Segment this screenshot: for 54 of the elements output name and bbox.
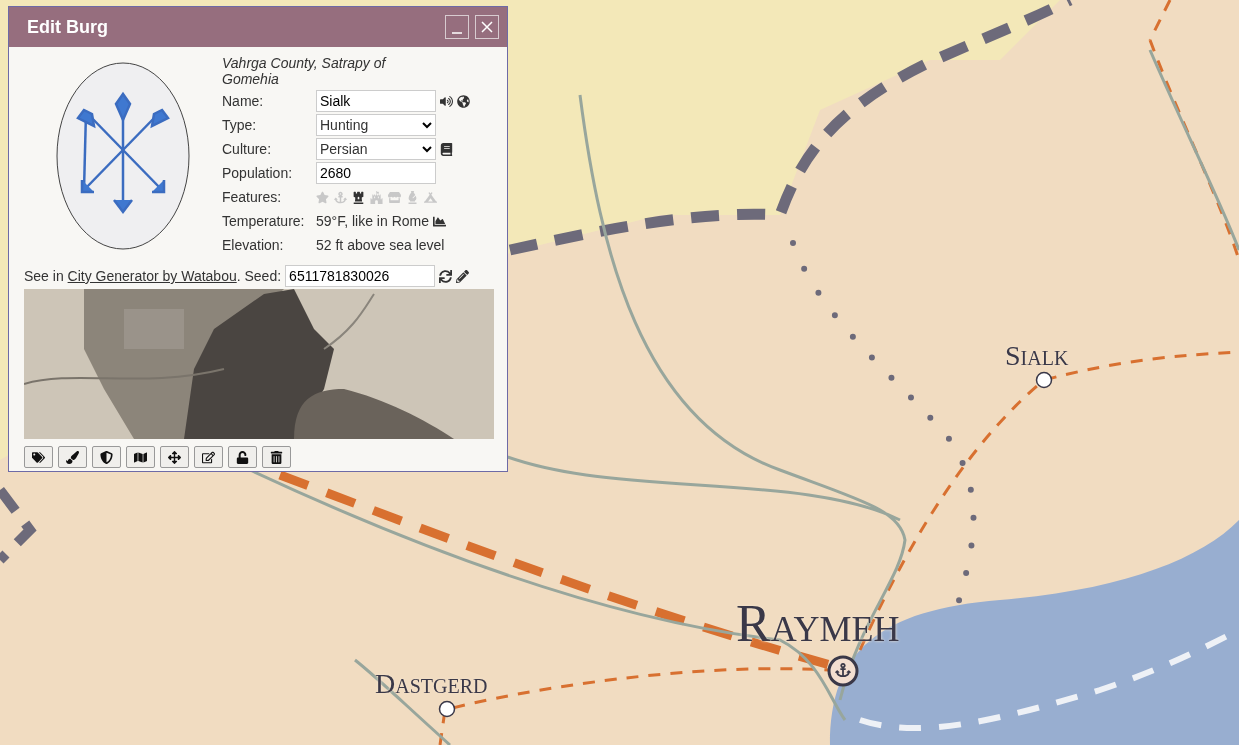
tags-icon (32, 450, 45, 464)
map-icon (134, 450, 147, 464)
field-label: Name: (222, 93, 265, 109)
move-icon (168, 450, 181, 464)
input-field[interactable]: 2680 (316, 162, 436, 184)
anchor-icon (827, 655, 859, 687)
star-icon[interactable] (316, 190, 329, 204)
input-field[interactable]: Sialk (316, 90, 436, 112)
field-label: Temperature: (222, 213, 306, 229)
dialog-title: Edit Burg (27, 16, 108, 38)
edit-icon (202, 450, 215, 464)
select-field[interactable]: Hunting (316, 114, 436, 136)
unlock-button[interactable] (228, 446, 257, 468)
town-label: Raymeh (736, 598, 900, 650)
minimize-button[interactable] (445, 15, 469, 39)
close-button[interactable] (475, 15, 499, 39)
brush-button[interactable] (58, 446, 87, 468)
chevron-icon (422, 145, 432, 153)
elevation-value: 52 ft above sea level (316, 237, 445, 253)
minimize-icon (452, 32, 462, 34)
rook-icon[interactable] (352, 190, 365, 204)
temperature-value: 59°F, like in Rome (316, 213, 429, 229)
chevron-icon (422, 121, 432, 129)
trash-button[interactable] (262, 446, 291, 468)
map-button[interactable] (126, 446, 155, 468)
tags-button[interactable] (24, 446, 53, 468)
globe-icon[interactable] (457, 94, 470, 108)
close-icon (481, 21, 493, 33)
town-marker-icon (1035, 371, 1053, 389)
unlock-icon (236, 450, 249, 464)
location-text: Vahrga County, Satrapy of Gomehia (222, 55, 388, 87)
generator-text: See in City Generator by Watabou. Seed: (24, 268, 282, 284)
refresh-icon[interactable] (439, 269, 453, 283)
field-label: Features: (222, 189, 283, 205)
select-field[interactable]: Persian (316, 138, 436, 160)
chart-icon[interactable] (433, 214, 446, 228)
edit-button[interactable] (194, 446, 223, 468)
field-label: Population: (222, 165, 294, 181)
move-button[interactable] (160, 446, 189, 468)
brush-icon (66, 450, 79, 464)
trash-icon (270, 450, 283, 464)
generator-link[interactable]: City Generator by Watabou (67, 268, 237, 284)
field-label: Elevation: (222, 237, 285, 253)
seed-field[interactable]: 6511781830026 (285, 265, 436, 287)
field-label: Culture: (222, 141, 273, 157)
pencil-icon[interactable] (456, 269, 470, 283)
town-marker-icon (438, 700, 456, 718)
shield-icon (100, 450, 113, 464)
speaker-icon[interactable] (440, 94, 453, 108)
shield-button[interactable] (92, 446, 121, 468)
town-label: Dastgerd (375, 670, 488, 698)
book-icon[interactable] (440, 142, 453, 156)
town-label: Sialk (1005, 342, 1069, 370)
field-label: Type: (222, 117, 258, 133)
